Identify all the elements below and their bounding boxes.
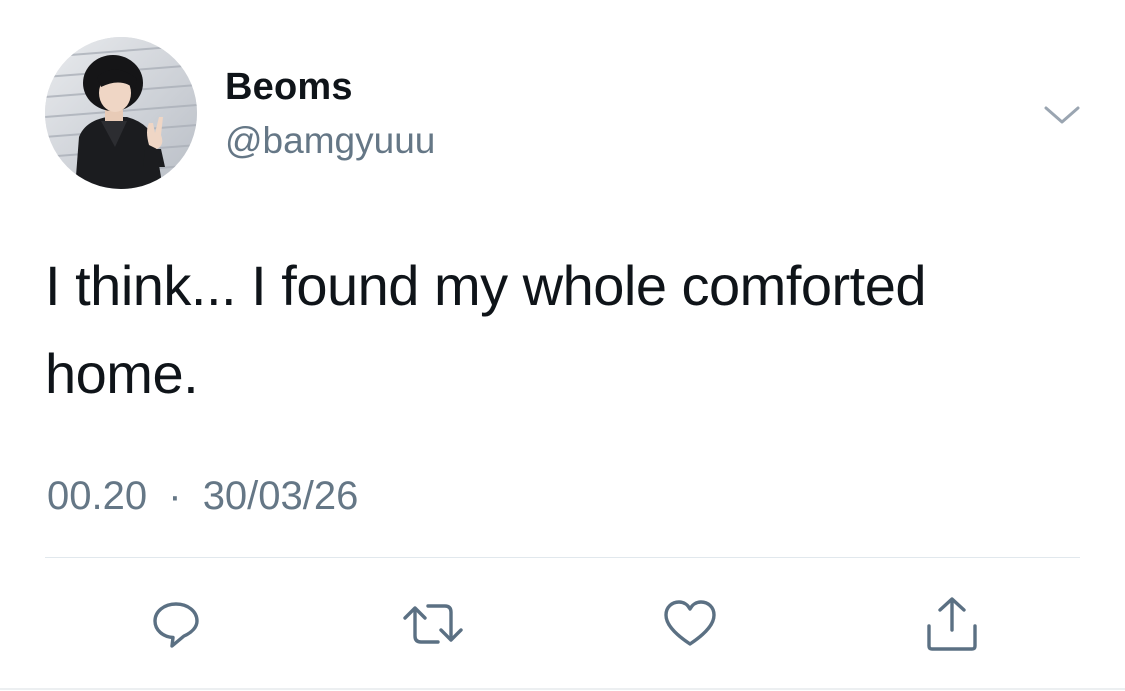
reply-button[interactable] — [148, 596, 204, 652]
avatar[interactable] — [45, 37, 197, 189]
author-handle[interactable]: @bamgyuuu — [225, 120, 435, 162]
share-icon — [927, 597, 977, 651]
retweet-button[interactable] — [402, 596, 463, 652]
tweet-time: 00.20 — [47, 474, 148, 518]
tweet-text: I think... I found my whole comforted ho… — [45, 254, 927, 405]
more-options-button[interactable] — [1040, 100, 1084, 130]
timestamp-separator: · — [168, 474, 182, 518]
heart-icon — [664, 600, 716, 646]
retweet-icon — [403, 604, 463, 644]
reply-icon — [153, 602, 199, 648]
tweet-timestamp[interactable]: 00.20 · 30/03/26 — [47, 474, 358, 519]
share-button[interactable] — [924, 596, 980, 652]
like-button[interactable] — [662, 596, 718, 652]
author-display-name[interactable]: Beoms — [225, 66, 353, 109]
tweet-date: 30/03/26 — [202, 474, 359, 518]
bottom-divider — [0, 688, 1125, 690]
divider — [45, 557, 1080, 558]
avatar-photo — [45, 37, 197, 189]
tweet-card: Beoms @bamgyuuu I think... I found my wh… — [0, 0, 1125, 691]
chevron-down-icon — [1044, 106, 1080, 124]
